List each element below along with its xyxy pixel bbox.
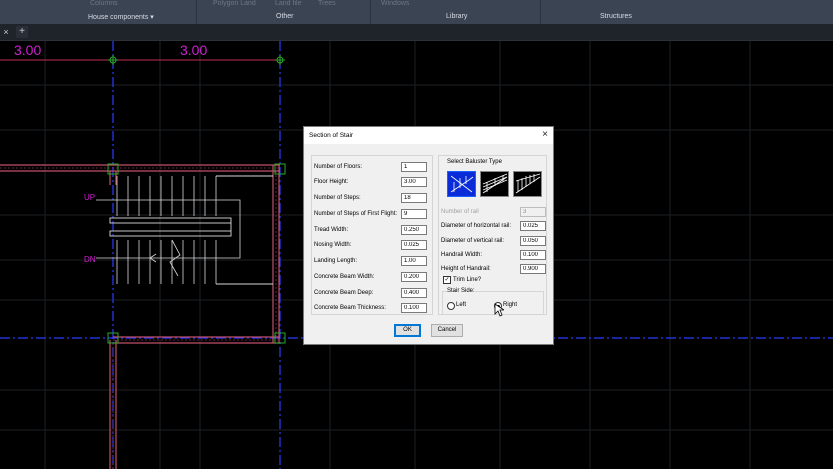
stair-treads [116,176,217,284]
left-radio-label: Left [456,302,467,308]
beam-thickness-input[interactable] [401,303,427,313]
baluster-type-2[interactable] [480,171,509,197]
stair-side-label: Stair Side: [447,288,475,294]
nosing-width-input[interactable] [401,240,427,250]
beam-width-input[interactable] [401,272,427,282]
floor-height-input[interactable] [401,177,427,187]
ribbon-polygon-land-label[interactable]: Polygon Land [213,0,256,7]
steps-input[interactable] [401,193,427,203]
baluster-type-2-icon [482,173,508,194]
trim-line-label: Trim Line? [453,277,482,283]
ribbon-group-library: Library [446,13,468,20]
label-down: DN [84,255,96,264]
section-of-stair-dialog: Section of Stair × Number of Floors: Flo… [303,126,554,345]
dialog-titlebar[interactable]: Section of Stair × [304,127,553,144]
floor-height-label: Floor Height: [314,179,349,185]
floors-input[interactable] [401,162,427,172]
steps-label: Number of Steps: [314,195,361,201]
column-nodes [107,163,286,344]
handrail-height-input[interactable] [520,264,546,274]
beam-deep-label: Concrete Beam Deep: [314,290,374,296]
rail-count-input [520,207,546,217]
vertical-rail-diameter-input[interactable] [520,236,546,246]
ribbon-columns-label[interactable]: Columns [90,0,118,7]
ribbon-group-other: Other [276,13,294,20]
cancel-button[interactable]: Cancel [431,324,463,337]
wall-hatch [0,167,280,469]
label-up: UP [84,193,95,202]
horizontal-rail-diameter-input[interactable] [520,221,546,231]
first-flight-steps-label: Number of Steps of First Flight: [314,211,398,217]
handrail-width-input[interactable] [520,250,546,260]
mouse-cursor-icon [494,303,504,317]
ribbon-separator [540,0,541,24]
tread-width-label: Tread Width: [314,227,349,233]
baluster-type-3-icon [515,173,541,194]
dimension-text-1: 3.00 [14,42,41,58]
file-tab-bar: × + [0,24,833,41]
beam-thickness-label: Concrete Beam Thickness: [314,305,386,311]
ribbon-trees-label[interactable]: Trees [318,0,336,7]
ribbon-group-house-components[interactable]: House components ▾ [88,13,154,21]
ribbon-group-structures: Structures [600,13,632,20]
ribbon-separator [196,0,197,24]
close-icon[interactable]: × [539,129,551,141]
beam-deep-input[interactable] [401,288,427,298]
ribbon-land-file-label[interactable]: Land file [275,0,301,7]
dialog-title: Section of Stair [309,132,354,139]
baluster-group-title: Select Baluster Type [447,159,502,165]
trim-line-checkbox[interactable]: ✓ [443,276,451,284]
ribbon-windows-label[interactable]: Windows [381,0,409,7]
handrail-height-label: Height of Handrail: [441,266,491,272]
baluster-type-3[interactable] [513,171,542,197]
first-flight-steps-input[interactable] [401,209,427,219]
tread-width-input[interactable] [401,225,427,235]
ribbon: Columns Polygon Land Land file Trees Win… [0,0,833,24]
baluster-type-1-icon [450,175,474,193]
beam-width-label: Concrete Beam Width: [314,274,375,280]
floors-label: Number of Floors: [314,164,363,170]
landing-length-input[interactable] [401,256,427,266]
dimension-text-2: 3.00 [180,42,207,58]
nosing-width-label: Nosing Width: [314,242,352,248]
right-radio-label: Right [503,302,518,308]
left-radio[interactable] [447,302,455,310]
rail-count-label: Number of rail [441,209,479,215]
ribbon-separator [370,0,371,24]
baluster-type-1[interactable] [447,171,476,197]
stair-arrows [96,199,241,277]
new-tab-icon[interactable]: + [16,26,28,38]
vertical-rail-diameter-label: Diameter of vertical rail: [441,238,505,244]
close-tab-icon[interactable]: × [1,27,11,37]
landing-length-label: Landing Length: [314,258,358,264]
walls [0,164,280,469]
ok-button[interactable]: OK [394,324,421,337]
handrail-width-label: Handrail Width: [441,252,483,258]
horizontal-rail-diameter-label: Diameter of horizontal rail: [441,223,512,229]
stair-landing [109,175,273,285]
